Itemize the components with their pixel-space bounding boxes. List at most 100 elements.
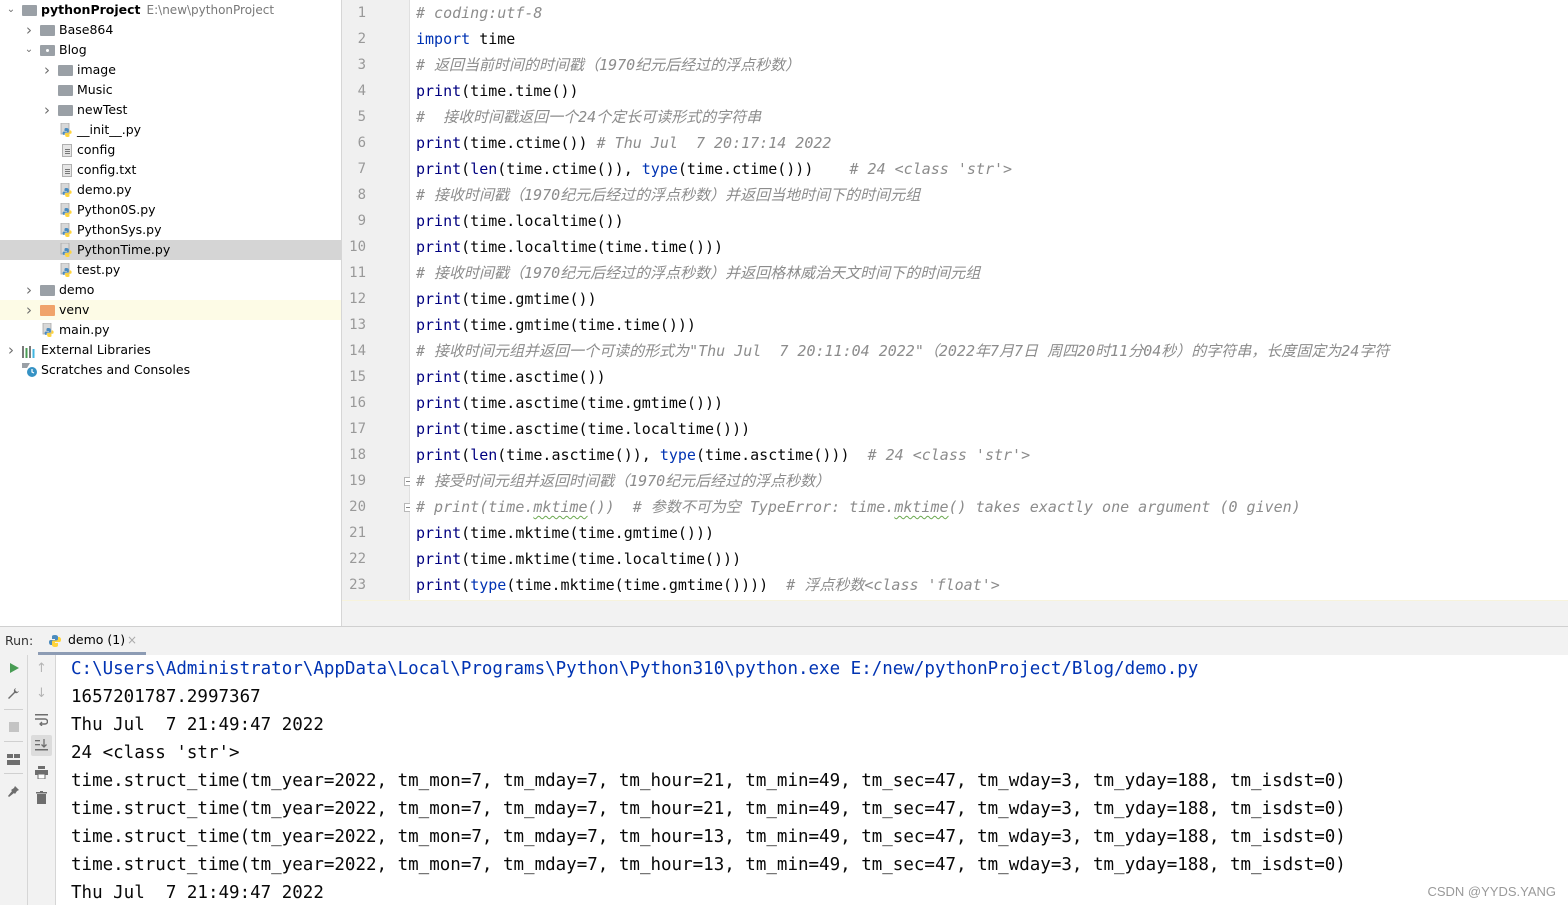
line-number: 17 <box>349 421 366 437</box>
scroll-to-end-icon[interactable] <box>31 735 52 756</box>
code-token: (time.asctime(time.localtime())) <box>461 420 751 438</box>
tree-item[interactable]: › Base864 <box>0 20 341 40</box>
console-output-line: 1657201787.2997367 <box>71 687 261 707</box>
code-line[interactable]: # 接收时间戳（1970纪元后经过的浮点秒数）并返回格林威治天文时间下的时间元组 <box>416 260 980 286</box>
up-arrow-icon[interactable]: ↑ <box>31 658 52 679</box>
wrench-icon[interactable] <box>3 683 24 704</box>
close-icon[interactable]: × <box>127 627 137 653</box>
tree-item-label: config <box>77 142 116 157</box>
code-line[interactable]: print(time.localtime(time.time())) <box>416 234 723 260</box>
code-token: mktime <box>894 498 949 516</box>
code-line[interactable]: # 接受时间元组并返回时间戳（1970纪元后经过的浮点秒数） <box>416 468 830 494</box>
code-line[interactable]: import time <box>416 26 515 52</box>
tree-item-label: venv <box>59 302 90 317</box>
code-token: (time.gmtime(time.time())) <box>461 316 696 334</box>
code-line[interactable]: print(time.ctime()) # Thu Jul 7 20:17:14… <box>416 130 831 156</box>
pin-icon[interactable] <box>3 781 24 802</box>
code-line[interactable]: print(time.mktime(time.localtime())) <box>416 546 741 572</box>
chevron-right-icon[interactable]: › <box>42 60 52 80</box>
code-token: (time.ctime()) <box>461 134 597 152</box>
chevron-right-icon[interactable]: › <box>42 100 52 120</box>
chevron-right-icon[interactable]: › <box>24 20 34 40</box>
code-line[interactable]: # 返回当前时间的时间戳（1970纪元后经过的浮点秒数） <box>416 52 800 78</box>
code-token: # 24 <class 'str'> <box>849 160 1013 178</box>
code-line[interactable]: # 接收时间戳返回一个24个定长可读形式的字符串 <box>416 104 761 130</box>
code-line[interactable]: print(len(time.ctime()), type(time.ctime… <box>416 156 1012 182</box>
code-token: (time.asctime()) <box>461 368 606 386</box>
print-icon[interactable] <box>31 762 52 783</box>
run-tab-demo[interactable]: demo (1) × <box>38 627 146 655</box>
code-line[interactable]: print(time.gmtime(time.time())) <box>416 312 696 338</box>
text-file-icon <box>62 144 72 157</box>
code-token: (time.asctime())) <box>695 446 868 464</box>
code-line[interactable]: # 接收时间元组并返回一个可读的形式为"Thu Jul 7 20:11:04 2… <box>416 338 1389 364</box>
code-line[interactable]: # 接收时间戳（1970纪元后经过的浮点秒数）并返回当地时间下的时间元组 <box>416 182 920 208</box>
tree-item-label: Scratches and Consoles <box>41 362 191 377</box>
run-icon[interactable] <box>3 658 24 679</box>
code-line[interactable]: print(type(time.mktime(time.gmtime()))) … <box>416 572 1000 598</box>
tree-item[interactable]: › External Libraries <box>0 340 341 360</box>
tree-item[interactable]: main.py <box>0 320 341 340</box>
code-token: # 接收时间元组并返回一个可读的形式为"Thu Jul 7 20:11:04 2… <box>416 342 1390 360</box>
line-number: 5 <box>357 109 366 125</box>
run-console-output[interactable]: C:\Users\Administrator\AppData\Local\Pro… <box>56 655 1568 905</box>
code-token: ()) # 参数不可为空 TypeError: time. <box>587 498 895 516</box>
code-token: ( <box>461 576 471 594</box>
code-area[interactable]: # coding:utf-8 import time # 返回当前时间的时间戳（19… <box>410 0 1568 600</box>
code-token: (time.mktime(time.localtime())) <box>461 550 742 568</box>
code-line[interactable]: print(time.time()) <box>416 78 579 104</box>
tree-item[interactable]: demo.py <box>0 180 341 200</box>
tree-item[interactable]: __init__.py <box>0 120 341 140</box>
tree-item-label: PythonTime.py <box>77 242 171 257</box>
trash-icon[interactable] <box>31 787 52 808</box>
stop-icon[interactable] <box>3 717 24 738</box>
code-line[interactable]: # coding:utf-8 <box>416 0 542 26</box>
chevron-right-icon[interactable]: › <box>24 280 34 300</box>
tree-item[interactable]: › venv <box>0 300 341 320</box>
chevron-right-icon[interactable]: › <box>24 300 34 320</box>
code-line[interactable]: # print(time. mktime()) # 参数不可为空 TypeErro… <box>416 494 1301 520</box>
line-number: 2 <box>357 31 366 47</box>
tree-item[interactable]: Python0S.py <box>0 200 341 220</box>
code-token: ( <box>461 446 471 464</box>
folder-icon <box>40 305 55 316</box>
tree-item[interactable]: config.txt <box>0 160 341 180</box>
code-line[interactable]: print(time.localtime()) <box>416 208 624 234</box>
tree-item[interactable]: Scratches and Consoles <box>0 360 341 380</box>
code-token: print <box>416 524 462 542</box>
chevron-down-icon[interactable]: ⌄ <box>24 40 34 60</box>
code-token: (time.localtime(time.time())) <box>461 238 724 256</box>
code-line[interactable]: print(time.asctime(time.gmtime())) <box>416 390 723 416</box>
tree-item[interactable]: › newTest <box>0 100 341 120</box>
chevron-right-icon[interactable]: › <box>6 340 16 360</box>
layout-icon[interactable] <box>3 749 24 770</box>
console-output-line: time.struct_time(tm_year=2022, tm_mon=7,… <box>71 771 1346 791</box>
line-number: 11 <box>349 265 366 281</box>
code-token: # print(time. <box>416 498 534 516</box>
tree-item[interactable]: ⌄ Blog <box>0 40 341 60</box>
code-line[interactable]: print(time.asctime(time.localtime())) <box>416 416 750 442</box>
code-token: print <box>416 368 462 386</box>
tree-item[interactable]: PythonTime.py <box>0 240 341 260</box>
code-line[interactable]: print(time.mktime(time.gmtime())) <box>416 520 714 546</box>
tree-item[interactable]: test.py <box>0 260 341 280</box>
soft-wrap-icon[interactable] <box>31 710 52 731</box>
tree-item[interactable]: › image <box>0 60 341 80</box>
code-token: () takes exactly one argument (0 given) <box>948 498 1301 516</box>
tree-item[interactable]: Music <box>0 80 341 100</box>
tree-item-project-root[interactable]: ⌄ pythonProject E:\new\pythonProject <box>0 0 341 20</box>
code-line[interactable]: print(time.gmtime()) <box>416 286 597 312</box>
code-line[interactable]: print(time.asctime()) <box>416 364 606 390</box>
line-number: 4 <box>357 83 366 99</box>
tree-item[interactable]: PythonSys.py <box>0 220 341 240</box>
toolbar-separator <box>4 709 23 710</box>
tree-item[interactable]: config <box>0 140 341 160</box>
run-panel-header: Run: demo (1) × <box>0 626 1568 656</box>
down-arrow-icon[interactable]: ↓ <box>31 683 52 704</box>
run-toolbar-primary <box>0 655 28 905</box>
tree-item-label: config.txt <box>77 162 137 177</box>
tree-item[interactable]: › demo <box>0 280 341 300</box>
code-line[interactable]: print(len(time.asctime()), type(time.asc… <box>416 442 1030 468</box>
chevron-down-icon[interactable]: ⌄ <box>6 0 16 20</box>
line-number: 3 <box>357 57 366 73</box>
